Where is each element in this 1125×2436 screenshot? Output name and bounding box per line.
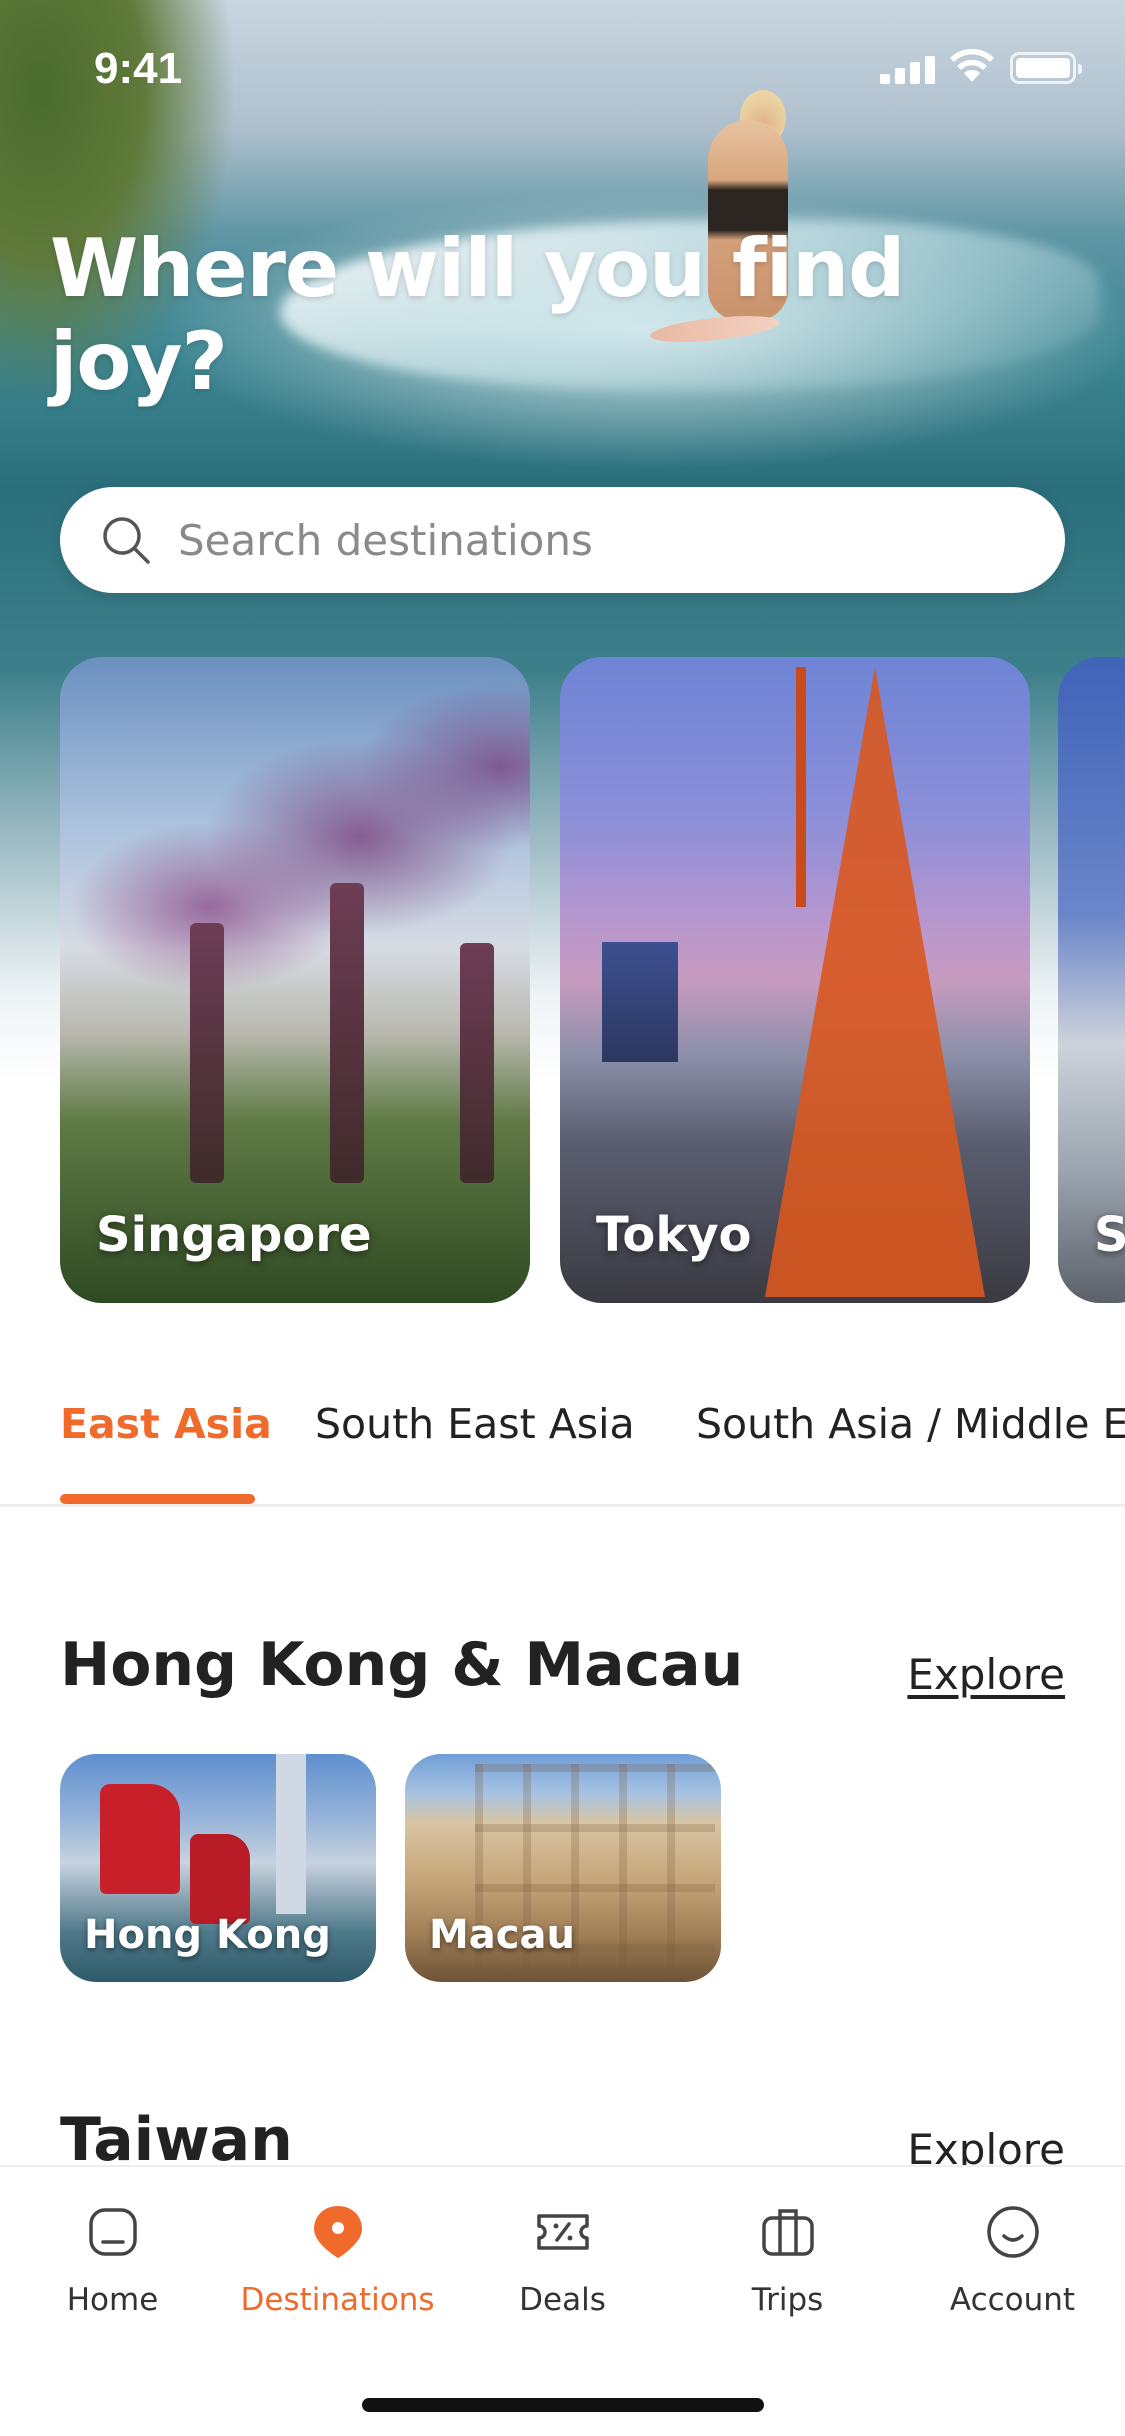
section-title-hong-kong-macau: Hong Kong & Macau (60, 1630, 744, 1700)
nav-label: Home (66, 2282, 159, 2318)
explore-link[interactable]: Explore (907, 1650, 1065, 1699)
active-tab-indicator (60, 1494, 255, 1504)
nav-item-trips[interactable]: Trips (675, 2202, 900, 2318)
search-input[interactable] (178, 515, 1065, 565)
cellular-signal-icon (880, 52, 936, 84)
skyscraper-graphic (276, 1754, 306, 1914)
nav-item-home[interactable]: Home (0, 2202, 225, 2318)
search-bar[interactable] (60, 487, 1065, 593)
account-icon (986, 2206, 1039, 2258)
nav-label: Trips (751, 2282, 824, 2318)
tab-south-east-asia[interactable]: South East Asia (315, 1400, 635, 1448)
nav-item-destinations[interactable]: Destinations (225, 2202, 450, 2318)
battery-icon (1010, 52, 1082, 84)
tower-mast-graphic (796, 667, 806, 907)
nav-label: Account (949, 2282, 1076, 2318)
supertree-graphic (460, 943, 494, 1183)
supertree-graphic (330, 883, 364, 1183)
bottom-navigation: Home Destinations Deals Trips Account (0, 2165, 1125, 2436)
home-icon (88, 2208, 137, 2256)
tab-east-asia[interactable]: East Asia (60, 1400, 272, 1448)
city-card-label: Hong Kong (84, 1912, 331, 1958)
building-graphic (602, 942, 678, 1062)
destination-card-partial[interactable]: S (1058, 657, 1125, 1303)
destination-card-tokyo[interactable]: Tokyo (560, 657, 1030, 1303)
city-card-macau[interactable]: Macau (405, 1754, 721, 1982)
location-pin-icon (313, 2206, 362, 2258)
wifi-icon (950, 48, 994, 82)
junk-sail-graphic (190, 1834, 250, 1924)
status-bar: 9:41 (0, 0, 1125, 130)
nav-label: Destinations (240, 2282, 435, 2318)
destination-card-label: Tokyo (596, 1207, 752, 1263)
city-card-label: Macau (429, 1912, 575, 1958)
home-indicator[interactable] (362, 2398, 764, 2412)
destination-card-singapore[interactable]: Singapore (60, 657, 530, 1303)
nav-item-account[interactable]: Account (900, 2202, 1125, 2318)
nav-label: Deals (519, 2282, 606, 2318)
destination-card-label: Singapore (96, 1207, 372, 1263)
ticket-icon (536, 2214, 589, 2250)
destination-card-label: S (1094, 1207, 1125, 1263)
suitcase-icon (761, 2209, 814, 2256)
status-time: 9:41 (94, 44, 183, 93)
search-icon (103, 517, 150, 564)
city-card-hong-kong[interactable]: Hong Kong (60, 1754, 376, 1982)
nav-item-deals[interactable]: Deals (450, 2202, 675, 2318)
supertree-graphic (190, 923, 224, 1183)
tab-south-asia-middle-east[interactable]: South Asia / Middle E (696, 1400, 1125, 1448)
junk-sail-graphic (100, 1784, 180, 1894)
region-tabs: East Asia South East Asia South Asia / M… (0, 1370, 1125, 1507)
hero-headline: Where will you find joy? (50, 222, 905, 408)
